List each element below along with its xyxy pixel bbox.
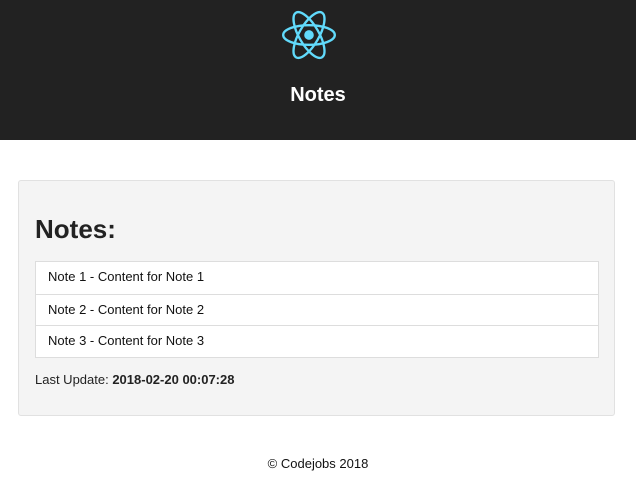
note-item[interactable]: Note 3 - Content for Note 3 <box>36 325 598 357</box>
app-header: Notes <box>0 0 636 140</box>
notes-list: Note 1 - Content for Note 1 Note 2 - Con… <box>35 261 599 358</box>
footer-copyright: © Codejobs 2018 <box>267 456 369 471</box>
note-item[interactable]: Note 2 - Content for Note 2 <box>36 293 598 326</box>
note-item[interactable]: Note 1 - Content for Note 1 <box>36 262 598 294</box>
last-update-label: Last Update: <box>35 372 113 387</box>
last-update: Last Update: 2018-02-20 00:07:28 <box>35 371 234 389</box>
last-update-value: 2018-02-20 00:07:28 <box>112 372 235 387</box>
footer: © Codejobs 2018 <box>0 455 636 473</box>
app-title: Notes <box>290 84 346 106</box>
notes-panel: Notes: Note 1 - Content for Note 1 Note … <box>18 180 615 416</box>
react-atom-logo-icon <box>282 10 336 60</box>
notes-heading: Notes: <box>35 214 116 244</box>
